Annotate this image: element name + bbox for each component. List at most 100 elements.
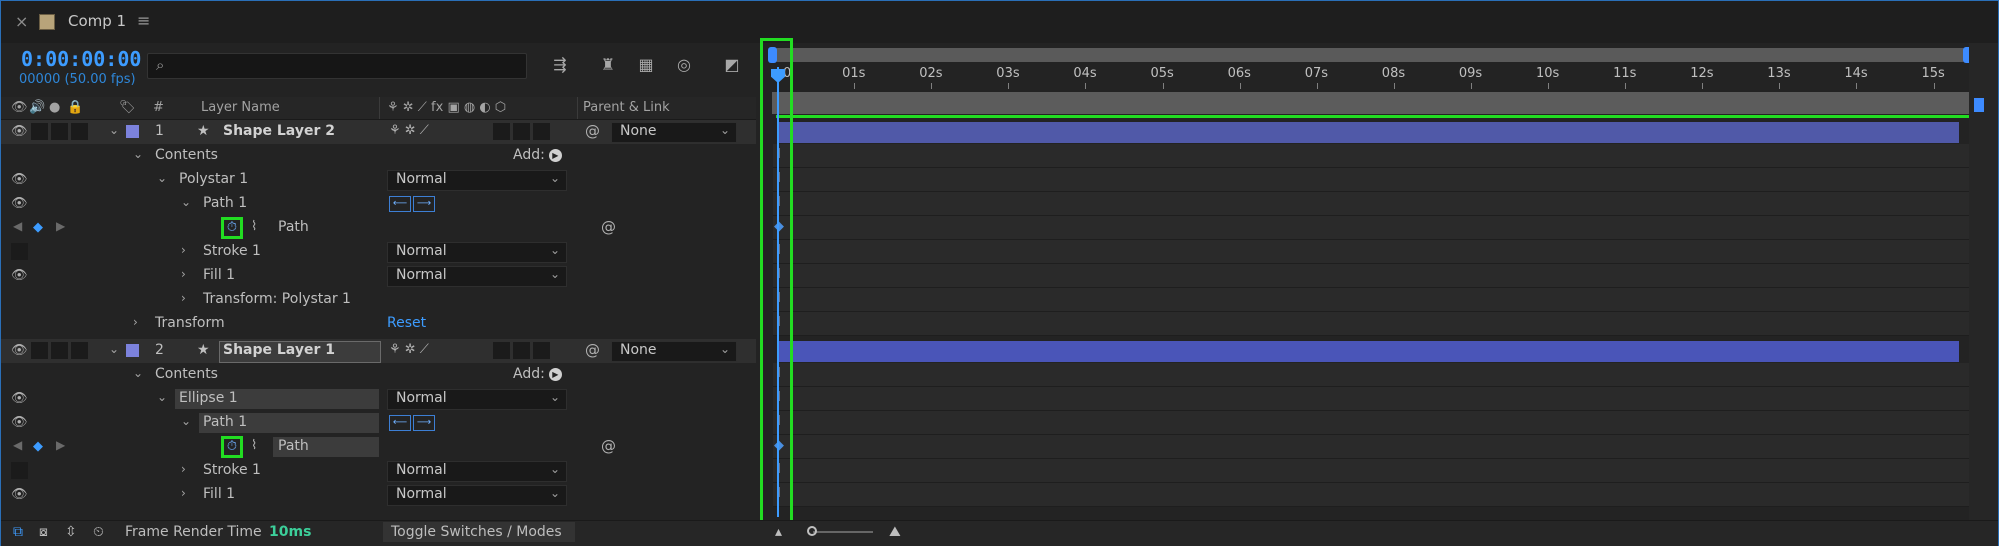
chevron-right-icon[interactable]: ›: [133, 315, 138, 329]
property-lane[interactable]: [773, 363, 1971, 387]
chevron-down-icon[interactable]: ⌄: [109, 342, 119, 356]
chevron-down-icon[interactable]: ⌄: [157, 390, 167, 404]
fill-name[interactable]: Fill 1: [203, 267, 235, 283]
toggle-switches-modes-label[interactable]: Toggle Switches / Modes: [391, 524, 562, 540]
property-lane[interactable]: [773, 144, 1971, 168]
polystar-row[interactable]: 👁 ⌄ Polystar 1 Normal ⌄: [1, 168, 756, 192]
av-features-eye-icon[interactable]: 👁: [11, 100, 28, 115]
parent-pickwhip-icon[interactable]: @: [585, 122, 600, 140]
property-lane[interactable]: [773, 216, 1971, 240]
vertical-scrollbar[interactable]: [1974, 98, 1984, 112]
switch-slot[interactable]: [533, 342, 550, 359]
layer-duration-bar-shape-layer-2[interactable]: [778, 122, 1959, 143]
blend-mode-dropdown[interactable]: Normal ⌄: [387, 170, 567, 191]
path-group-row[interactable]: 👁 ⌄ Path 1 ⟵ ⟶: [1, 192, 756, 216]
zoom-slider-knob[interactable]: [807, 526, 817, 536]
comp-mini-flowchart-icon[interactable]: ⧉: [13, 524, 23, 540]
time-navigator-bar[interactable]: [771, 48, 1969, 62]
layer-switches[interactable]: ⚘ ✲ ⟋: [389, 342, 429, 357]
eye-icon[interactable]: 👁: [11, 487, 28, 502]
parent-dropdown[interactable]: None ⌄: [611, 122, 737, 143]
work-area-bar[interactable]: [772, 92, 1971, 114]
layer-switches-toggle-icon[interactable]: ⧇: [39, 524, 48, 540]
lock-switch[interactable]: [71, 123, 88, 140]
ellipse-name[interactable]: Ellipse 1: [179, 390, 238, 406]
path-direction-reverse-icon[interactable]: ⟵: [389, 415, 411, 431]
path-property-row[interactable]: ◀ ◆ ▶ ⏱ ⌇ Path @: [1, 216, 756, 240]
fill-name[interactable]: Fill 1: [203, 486, 235, 502]
label-tag-icon[interactable]: 🏷: [119, 100, 136, 115]
chevron-right-icon[interactable]: ›: [181, 291, 186, 305]
path-direction-forward-icon[interactable]: ⟶: [413, 415, 435, 431]
chevron-right-icon[interactable]: ›: [181, 462, 186, 476]
chevron-right-icon[interactable]: ›: [181, 243, 186, 257]
lock-switch[interactable]: [71, 342, 88, 359]
eye-icon[interactable]: 👁: [11, 343, 28, 358]
chevron-down-icon[interactable]: ⌄: [157, 171, 167, 185]
path-direction-reverse-icon[interactable]: ⟵: [389, 196, 411, 212]
transform-row[interactable]: › Transform Reset: [1, 312, 756, 336]
solo-icon[interactable]: ●: [49, 100, 60, 115]
fill-row[interactable]: 👁 › Fill 1 Normal ⌄: [1, 483, 756, 507]
solo-switch[interactable]: [51, 123, 68, 140]
property-lane[interactable]: [773, 387, 1971, 411]
path-direction-forward-icon[interactable]: ⟶: [413, 196, 435, 212]
transform-name[interactable]: Transform: [155, 315, 225, 331]
next-keyframe-icon[interactable]: ▶: [56, 219, 65, 233]
property-lane[interactable]: [773, 288, 1971, 312]
eye-slot[interactable]: [11, 462, 28, 479]
prev-keyframe-icon[interactable]: ◀: [13, 219, 22, 233]
parent-pickwhip-icon[interactable]: @: [585, 341, 600, 359]
audio-switch[interactable]: [31, 123, 48, 140]
motion-blur-icon[interactable]: ◎: [673, 55, 695, 75]
switch-slot[interactable]: [513, 342, 530, 359]
keyframe-diamond-icon[interactable]: ◆: [33, 220, 43, 235]
blend-mode-dropdown[interactable]: Normal ⌄: [387, 242, 567, 263]
zoom-in-icon[interactable]: ⛰: [889, 524, 901, 540]
property-lane[interactable]: [773, 192, 1971, 216]
keyframe-diamond-icon[interactable]: ◆: [33, 439, 43, 454]
transfer-controls-toggle-icon[interactable]: ⇳: [65, 524, 77, 540]
blend-mode-dropdown[interactable]: Normal ⌄: [387, 266, 567, 287]
stroke-name[interactable]: Stroke 1: [203, 462, 261, 478]
layer-duration-bar-shape-layer-1[interactable]: [778, 341, 1959, 362]
expression-pickwhip-icon[interactable]: @: [601, 218, 616, 236]
zoom-out-icon[interactable]: ▴: [775, 524, 782, 540]
expression-pickwhip-icon[interactable]: @: [601, 437, 616, 455]
parent-dropdown[interactable]: None ⌄: [611, 341, 737, 362]
lock-icon[interactable]: 🔒: [67, 100, 83, 115]
contents-row[interactable]: ⌄ Contents Add: ▶: [1, 363, 756, 387]
switch-slot[interactable]: [493, 123, 510, 140]
polystar-name[interactable]: Polystar 1: [179, 171, 248, 187]
path-group-row[interactable]: 👁 ⌄ Path 1 ⟵ ⟶: [1, 411, 756, 435]
transform-polystar-name[interactable]: Transform: Polystar 1: [203, 291, 351, 307]
stopwatch-icon[interactable]: ⏱: [221, 436, 243, 458]
ellipse-row[interactable]: 👁 ⌄ Ellipse 1 Normal ⌄: [1, 387, 756, 411]
chevron-down-icon[interactable]: ⌄: [133, 147, 143, 161]
close-tab-icon[interactable]: ×: [15, 12, 28, 31]
stroke-row[interactable]: › Stroke 1 Normal ⌄: [1, 459, 756, 483]
stopwatch-icon[interactable]: ⏱: [221, 217, 243, 239]
chevron-down-icon[interactable]: ⌄: [133, 366, 143, 380]
property-lane[interactable]: [773, 312, 1971, 336]
prev-keyframe-icon[interactable]: ◀: [13, 438, 22, 452]
layer-label-color[interactable]: [126, 344, 139, 357]
path-property-row[interactable]: ◀ ◆ ▶ ⏱ ⌇ Path @: [1, 435, 756, 459]
property-lane[interactable]: [773, 240, 1971, 264]
stroke-name[interactable]: Stroke 1: [203, 243, 261, 259]
switch-slot[interactable]: [533, 123, 550, 140]
search-input[interactable]: ⌕: [147, 53, 527, 79]
panel-menu-icon[interactable]: ≡: [137, 11, 150, 30]
switch-slot[interactable]: [513, 123, 530, 140]
chevron-down-icon[interactable]: ⌄: [181, 414, 191, 428]
graph-icon[interactable]: ⌇: [251, 219, 257, 234]
add-play-icon[interactable]: ▶: [548, 368, 562, 381]
next-keyframe-icon[interactable]: ▶: [56, 438, 65, 452]
chevron-right-icon[interactable]: ›: [181, 267, 186, 281]
eye-icon[interactable]: 👁: [11, 196, 28, 211]
audio-switch[interactable]: [31, 342, 48, 359]
layer-label-color[interactable]: [126, 125, 139, 138]
blend-mode-dropdown[interactable]: Normal ⌄: [387, 389, 567, 410]
reset-link[interactable]: Reset: [387, 315, 426, 331]
shy-layers-icon[interactable]: ♜: [597, 55, 619, 75]
